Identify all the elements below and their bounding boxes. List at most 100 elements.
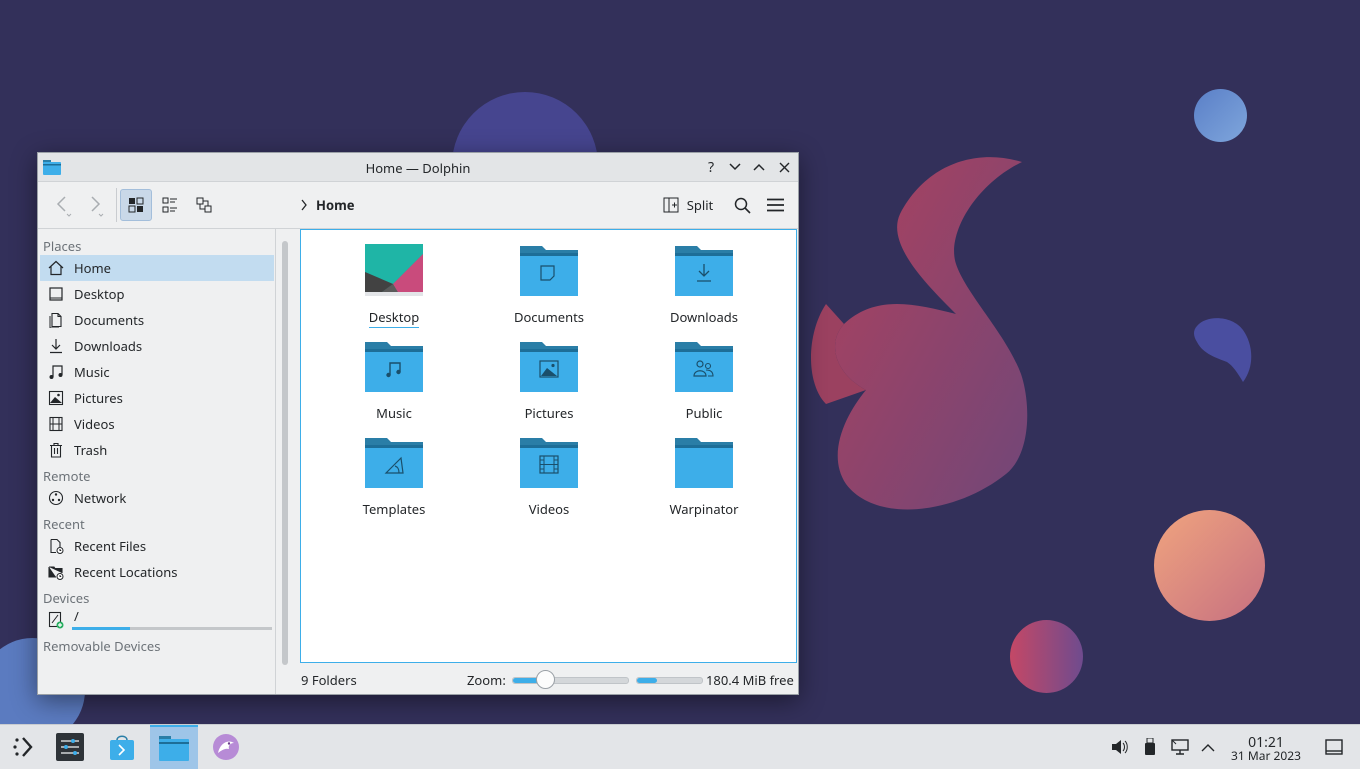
section-header-places: Places: [43, 237, 82, 255]
folder-name: Public: [639, 404, 769, 422]
place-trash[interactable]: Trash: [40, 437, 274, 463]
folder-name-text: Downloads: [669, 308, 739, 326]
split-button[interactable]: Split: [660, 189, 716, 221]
folder-item-downloads[interactable]: Downloads: [639, 230, 769, 326]
disk-usage-bar: [72, 627, 272, 630]
place-network[interactable]: Network: [40, 485, 274, 511]
folder-item-warpinator[interactable]: Warpinator: [639, 422, 769, 518]
close-button[interactable]: [775, 158, 793, 176]
place-label: Downloads: [74, 337, 143, 355]
wallpaper-circle: [1010, 620, 1083, 693]
window-title: Home — Dolphin: [365, 159, 471, 177]
downloads-icon: [47, 337, 65, 355]
details-view-button[interactable]: [188, 189, 220, 221]
folder-item-templates[interactable]: Templates: [329, 422, 459, 518]
place-downloads[interactable]: Downloads: [40, 333, 274, 359]
folder-name: Warpinator: [639, 500, 769, 518]
place-root[interactable]: /: [40, 607, 274, 633]
folder-item-documents[interactable]: Documents: [484, 230, 614, 326]
drive-icon: [47, 611, 65, 629]
forward-arrow-icon: [91, 196, 104, 217]
title-bar[interactable]: Home — Dolphin ?: [38, 153, 798, 182]
split-view-icon: [663, 197, 679, 213]
download-folder-icon: [675, 244, 733, 298]
task-dolphin[interactable]: [150, 725, 198, 769]
volume-tray[interactable]: [1110, 737, 1130, 757]
place-label: Recent Locations: [74, 563, 178, 581]
folder-name-text: Videos: [528, 500, 570, 518]
place-home[interactable]: Home: [40, 255, 274, 281]
network-wired-icon: [1171, 739, 1189, 755]
clock-date[interactable]: 31 Mar 2023: [1222, 747, 1310, 764]
details-view-icon: [196, 197, 212, 213]
search-icon: [734, 197, 751, 214]
main-toolbar: Home Split: [38, 182, 798, 229]
folder-item-music[interactable]: Music: [329, 326, 459, 422]
place-label: Trash: [74, 441, 108, 459]
panel-splitter[interactable]: [275, 229, 276, 694]
maximize-button[interactable]: [750, 158, 768, 176]
help-button[interactable]: ?: [702, 158, 720, 177]
icons-view-button[interactable]: [120, 189, 152, 221]
music-icon: [47, 363, 65, 381]
place-recent-files[interactable]: Recent Files: [40, 533, 274, 559]
forward-button[interactable]: [82, 189, 108, 221]
search-button[interactable]: [728, 189, 756, 221]
folder-name-text: Templates: [362, 500, 426, 518]
folder-name-text: Documents: [513, 308, 585, 326]
place-pictures[interactable]: Pictures: [40, 385, 274, 411]
place-music[interactable]: Music: [40, 359, 274, 385]
place-label: Recent Files: [74, 537, 147, 555]
folder-name: Pictures: [484, 404, 614, 422]
show-desktop-button[interactable]: [1324, 737, 1344, 757]
free-space-label: 180.4 MiB free: [706, 671, 794, 689]
minimize-button[interactable]: [726, 158, 744, 176]
zoom-slider[interactable]: [512, 670, 629, 689]
place-label: Pictures: [74, 389, 123, 407]
network-icon: [47, 489, 65, 507]
folder-name-text: Desktop: [368, 308, 420, 328]
place-label: /: [74, 607, 79, 625]
compact-view-button[interactable]: [154, 189, 186, 221]
folder-count: 9 Folders: [301, 671, 357, 689]
tray-expander[interactable]: [1198, 737, 1218, 757]
file-view[interactable]: Desktop Documents Downloads Music Pictures Pu…: [300, 229, 797, 663]
folder-item-pictures[interactable]: Pictures: [484, 326, 614, 422]
place-label: Network: [74, 489, 127, 507]
usb-tray[interactable]: [1140, 737, 1160, 757]
music-folder-icon: [365, 340, 423, 394]
places-panel: Places Home Desktop Documents Downloads Music…: [38, 229, 274, 693]
task-discover[interactable]: [98, 725, 146, 769]
volume-icon: [1112, 740, 1128, 754]
folder-name-text: Music: [376, 404, 412, 422]
back-button[interactable]: [50, 189, 76, 221]
menu-button[interactable]: [761, 189, 789, 221]
place-label: Desktop: [74, 285, 125, 303]
folder-name: Desktop: [329, 308, 459, 328]
place-recent-locations[interactable]: Recent Locations: [40, 559, 274, 585]
section-header-devices: Devices: [43, 589, 90, 607]
folder-item-videos[interactable]: Videos: [484, 422, 614, 518]
folder-item-public[interactable]: Public: [639, 326, 769, 422]
network-tray[interactable]: [1170, 737, 1190, 757]
templates-folder-icon: [365, 436, 423, 490]
task-system-settings[interactable]: [46, 725, 94, 769]
breadcrumb-home[interactable]: Home: [316, 196, 355, 214]
dolphin-window: Home — Dolphin ? Home Split Places Home …: [37, 152, 799, 695]
zoom-slider-handle[interactable]: [536, 670, 556, 689]
folder-name: Documents: [484, 308, 614, 326]
toolbar-separator: [116, 188, 117, 222]
places-scrollbar[interactable]: [282, 241, 288, 665]
videos-folder-icon: [520, 436, 578, 490]
place-desktop[interactable]: Desktop: [40, 281, 274, 307]
folder-item-desktop[interactable]: Desktop: [329, 230, 459, 328]
task-kdeconnect[interactable]: [202, 725, 250, 769]
application-launcher[interactable]: [0, 725, 48, 769]
chevron-up-icon: [1201, 743, 1215, 751]
folder-name: Music: [329, 404, 459, 422]
split-label: Split: [686, 196, 714, 214]
place-videos[interactable]: Videos: [40, 411, 274, 437]
breadcrumb[interactable]: Home: [300, 196, 355, 214]
place-documents[interactable]: Documents: [40, 307, 274, 333]
free-space-fill: [637, 678, 657, 683]
